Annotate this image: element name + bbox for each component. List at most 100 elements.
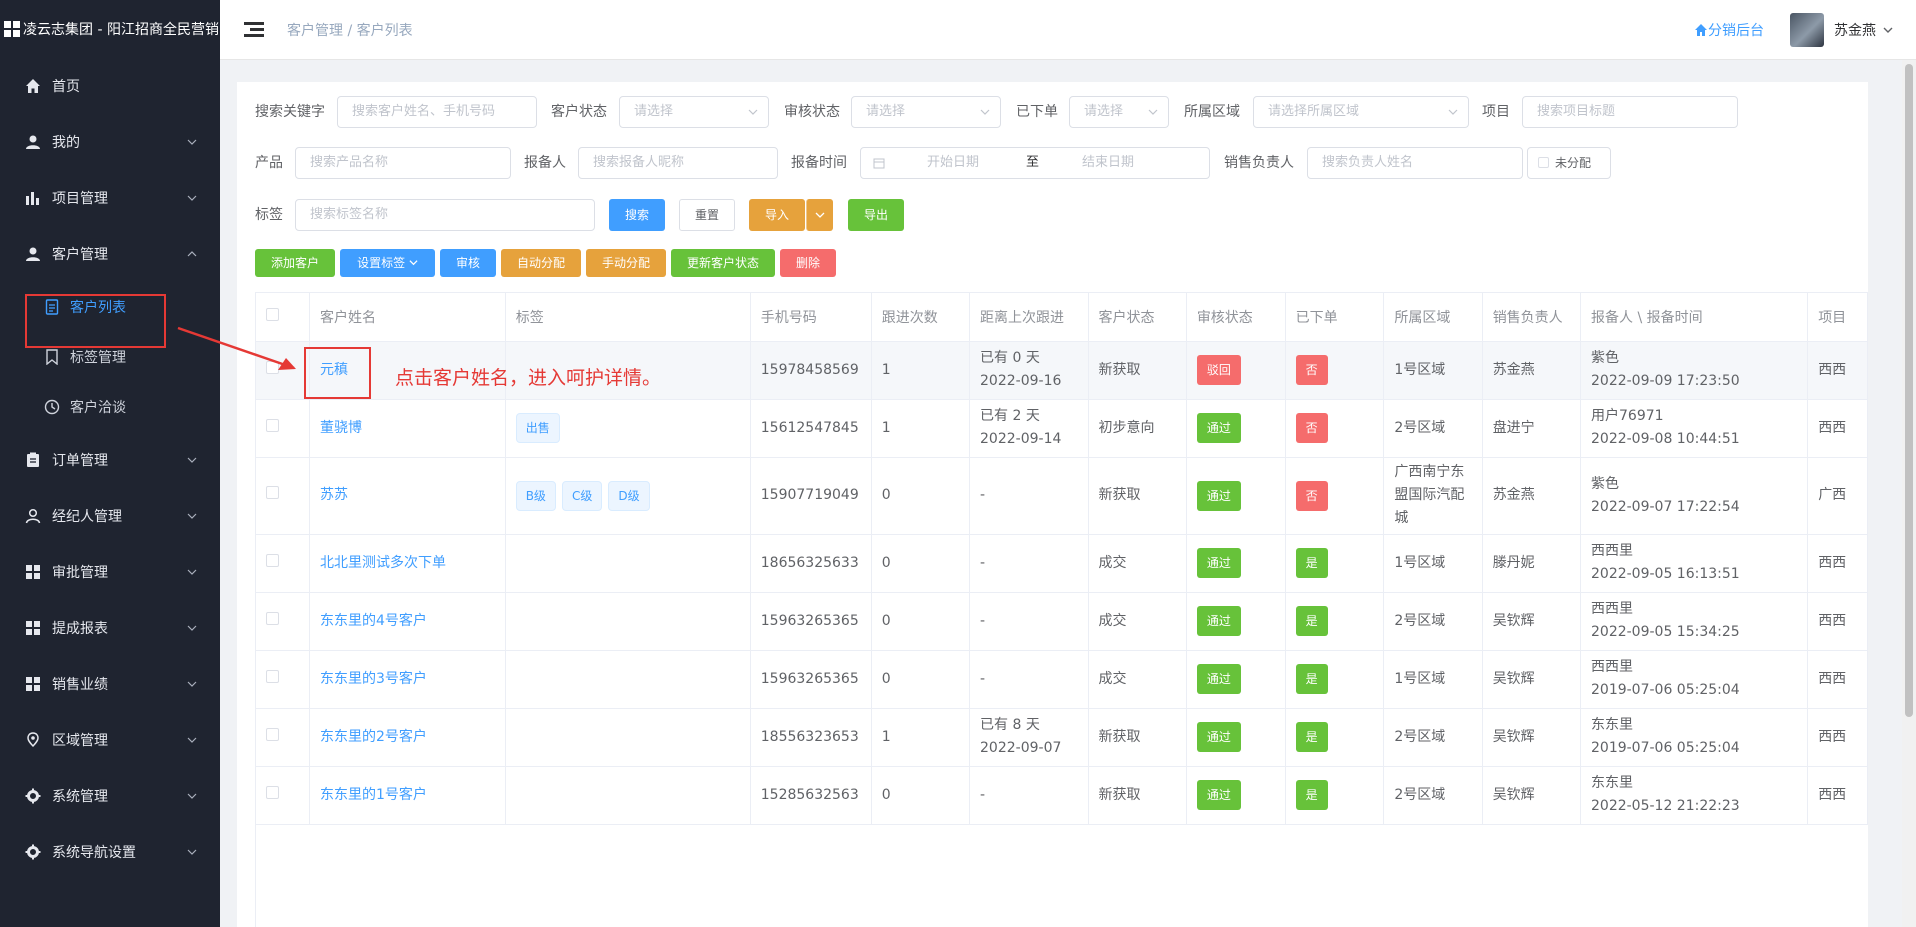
region-cell: 2号区域	[1383, 592, 1483, 651]
sidebar-item-5[interactable]: 经纪人管理	[0, 488, 220, 544]
ordered-cell: 是	[1285, 592, 1385, 651]
chevron-down-icon	[187, 849, 197, 855]
table-row[interactable]: 东东里的1号客户 15285632563 0- 新获取 通过 是 2号区域 吴钦辉 东东里 202…	[256, 766, 1868, 825]
column-header: 审核状态	[1186, 293, 1286, 342]
ordered-badge: 否	[1295, 413, 1328, 443]
distribution-backend-link[interactable]: 分销后台	[1694, 20, 1764, 40]
row-checkbox[interactable]	[266, 669, 279, 683]
page-scrollbar[interactable]	[1902, 60, 1916, 927]
project-cell: 西西	[1807, 399, 1868, 458]
customer-name-link[interactable]: 东东里的1号客户	[320, 787, 427, 803]
follow-count-cell: 1	[871, 341, 971, 400]
export-button[interactable]: 导出	[848, 199, 904, 231]
project-cell: 西西	[1807, 766, 1868, 825]
sidebar-item-9[interactable]: 区域管理	[0, 712, 220, 768]
sidebar-item-2[interactable]: 项目管理	[0, 170, 220, 226]
phone-cell: 18556323653	[750, 708, 872, 767]
reporter-name: 东东里	[1591, 717, 1633, 733]
phone-cell: 15963265365	[750, 650, 872, 709]
row-checkbox[interactable]	[266, 785, 279, 799]
update-status-button[interactable]: 更新客户状态	[671, 249, 775, 277]
sidebar-item-6[interactable]: 审批管理	[0, 544, 220, 600]
person-outline-icon	[24, 507, 42, 525]
delete-button[interactable]: 删除	[780, 249, 836, 277]
sidebar-subitem-1[interactable]: 标签管理	[0, 332, 220, 382]
reporter-input[interactable]: 搜索报备人昵称	[578, 147, 778, 179]
search-button[interactable]: 搜索	[609, 199, 665, 231]
table-row[interactable]: 东东里的4号客户 15963265365 0- 成交 通过 是 2号区域 吴钦辉 西西里 2022…	[256, 592, 1868, 651]
ordered-select[interactable]: 请选择	[1069, 96, 1169, 128]
reset-button[interactable]: 重置	[679, 199, 735, 231]
import-button[interactable]: 导入	[749, 199, 805, 231]
customer-name-link[interactable]: 东东里的3号客户	[320, 671, 427, 687]
phone-cell: 15907719049	[750, 457, 872, 535]
keyword-input[interactable]: 搜索客户姓名、手机号码	[337, 96, 537, 128]
sidebar-item-8[interactable]: 销售业绩	[0, 656, 220, 712]
customer-name-link[interactable]: 东东里的2号客户	[320, 729, 427, 745]
select-all-checkbox[interactable]	[266, 308, 279, 322]
breadcrumb-parent[interactable]: 客户管理	[287, 23, 343, 39]
row-select-cell	[256, 399, 310, 458]
ordered-cell: 是	[1285, 708, 1385, 767]
breadcrumb: 客户管理 / 客户列表	[287, 20, 413, 40]
tags-cell: B级 C级 D级	[505, 457, 751, 535]
clipboard-icon	[24, 451, 42, 469]
table-row[interactable]: 东东里的3号客户 15963265365 0- 成交 通过 是 1号区域 吴钦辉 西西里 2019…	[256, 650, 1868, 709]
unassigned-checkbox[interactable]: 未分配	[1527, 147, 1611, 179]
chevron-down-icon	[980, 109, 990, 115]
sales-owner-cell: 苏金燕	[1482, 341, 1582, 400]
add-customer-button[interactable]: 添加客户	[255, 249, 335, 277]
auto-assign-button[interactable]: 自动分配	[501, 249, 581, 277]
menu-toggle-icon[interactable]	[244, 21, 264, 38]
sidebar-item-7[interactable]: 提成报表	[0, 600, 220, 656]
import-dropdown-button[interactable]	[806, 199, 833, 231]
sidebar-item-11[interactable]: 系统导航设置	[0, 824, 220, 880]
table-row[interactable]: 北北里测试多次下单 18656325633 0- 成交 通过 是 1号区域 滕丹妮 西西里 202…	[256, 534, 1868, 593]
table-row[interactable]: 东东里的2号客户 18556323653 1 已有 8 天 2022-09-07 新获取通…	[256, 708, 1868, 767]
manual-assign-button[interactable]: 手动分配	[586, 249, 666, 277]
sidebar-item-3[interactable]: 客户管理	[0, 226, 220, 282]
region-select[interactable]: 请选择所属区域	[1253, 96, 1469, 128]
sidebar-item-10[interactable]: 系统管理	[0, 768, 220, 824]
sidebar-item-0[interactable]: 首页	[0, 58, 220, 114]
sidebar-item-1[interactable]: 我的	[0, 114, 220, 170]
row-checkbox[interactable]	[266, 727, 279, 741]
sidebar-subitem-2[interactable]: 客户洽谈	[0, 382, 220, 432]
username[interactable]: 苏金燕	[1834, 20, 1876, 40]
last-follow-date: 2022-09-07	[980, 740, 1062, 756]
customer-name-link[interactable]: 东东里的4号客户	[320, 613, 427, 629]
audit-status-cell: 通过	[1186, 399, 1286, 458]
tag-input[interactable]: 搜索标签名称	[295, 199, 595, 231]
end-date-placeholder[interactable]: 结束日期	[1082, 148, 1134, 178]
customer-name-link[interactable]: 北北里测试多次下单	[320, 555, 446, 571]
row-checkbox[interactable]	[266, 418, 279, 432]
sidebar-subitem-0[interactable]: 客户列表	[0, 282, 220, 332]
row-checkbox[interactable]	[266, 360, 279, 374]
table-row[interactable]: 苏苏 B级 C级 D级 15907719049 0- 新获取 通过否广西南宁东盟国际汽配城 苏金…	[256, 457, 1868, 535]
product-input[interactable]: 搜索产品名称	[295, 147, 511, 179]
row-checkbox[interactable]	[266, 611, 279, 625]
report-time-range[interactable]: 开始日期 至 结束日期	[860, 147, 1210, 179]
reporter-cell: 东东里 2019-07-06 05:25:04	[1580, 708, 1809, 767]
start-date-placeholder[interactable]: 开始日期	[927, 148, 979, 178]
last-follow-date: 2022-09-16	[980, 373, 1062, 389]
sales-input[interactable]: 搜索负责人姓名	[1307, 147, 1523, 179]
chevron-down-icon[interactable]	[1882, 24, 1894, 36]
customer-name-link[interactable]: 董骁博	[320, 420, 362, 436]
scrollbar-thumb[interactable]	[1905, 64, 1913, 717]
last-follow-days: 已有 2 天	[980, 408, 1040, 424]
avatar[interactable]	[1790, 13, 1824, 47]
sidebar-item-4[interactable]: 订单管理	[0, 432, 220, 488]
row-checkbox[interactable]	[266, 553, 279, 567]
audit-select[interactable]: 请选择	[851, 96, 1001, 128]
sidebar-item-label: 提成报表	[52, 621, 108, 637]
set-tags-button[interactable]: 设置标签	[340, 249, 435, 277]
project-input[interactable]: 搜索项目标题	[1522, 96, 1738, 128]
table-row[interactable]: 董骁博 出售 15612547845 1 已有 2 天 2022-09-14 初步意向 通过 否…	[256, 399, 1868, 458]
customer-name-link[interactable]: 苏苏	[320, 487, 348, 503]
audit-button[interactable]: 审核	[440, 249, 496, 277]
reporter-cell: 西西里 2019-07-06 05:25:04	[1580, 650, 1809, 709]
status-select[interactable]: 请选择	[619, 96, 769, 128]
row-checkbox[interactable]	[266, 486, 279, 499]
customer-name-link[interactable]: 元稹	[320, 362, 348, 378]
